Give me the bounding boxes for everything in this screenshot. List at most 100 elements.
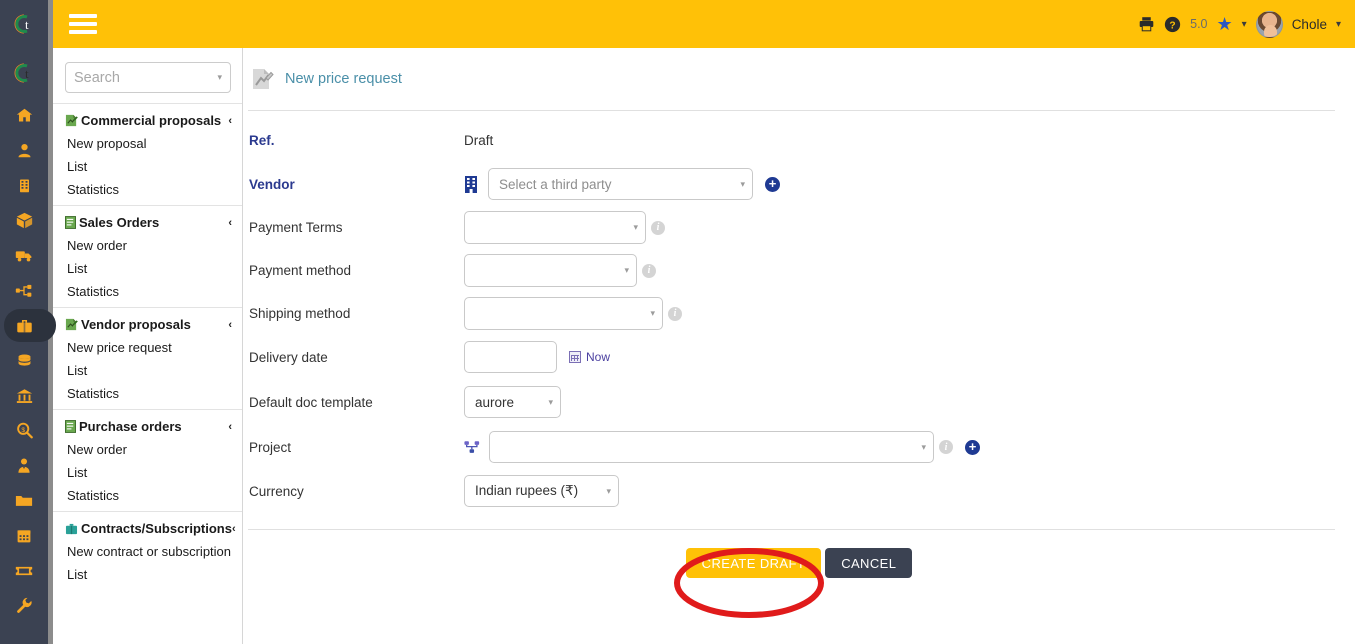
menu-group-title: Commercial proposals	[81, 113, 222, 128]
sidebar-item[interactable]: List	[53, 461, 242, 484]
menu-group-header[interactable]: Sales Orders ‹	[53, 211, 242, 234]
folder-icon[interactable]	[0, 483, 48, 518]
sidebar-item[interactable]: List	[53, 563, 242, 586]
delivery-date-field-wrap: Now	[464, 341, 610, 373]
sidebar-item[interactable]: Statistics	[53, 382, 242, 405]
wrench-icon[interactable]	[0, 588, 48, 623]
collapse-chevron-icon[interactable]: ‹	[232, 523, 236, 535]
application-window: t t $ ? 5.0 ★ ▾ Chole ▾ Search ▾ Commerc…	[0, 0, 1355, 644]
menu-group-title: Sales Orders	[79, 215, 160, 230]
user-icon[interactable]	[0, 133, 48, 168]
collapse-chevron-icon[interactable]: ‹	[228, 217, 232, 229]
cancel-button[interactable]: CANCEL	[825, 548, 913, 578]
bank-icon[interactable]	[0, 378, 48, 413]
delivery-date-input[interactable]	[464, 341, 557, 373]
now-label: Now	[586, 350, 611, 364]
project-field-wrap: ▾ i +	[464, 431, 980, 463]
user-chevron-down-icon[interactable]: ▾	[1336, 19, 1341, 30]
page-title: New price request	[285, 71, 402, 87]
logo-secondary[interactable]: t	[0, 48, 48, 98]
shipping-method-select[interactable]: ▾	[464, 297, 663, 330]
sidebar-item[interactable]: Statistics	[53, 280, 242, 303]
ref-label: Ref.	[249, 132, 275, 148]
chevron-down-icon: ▾	[921, 441, 926, 452]
project-label: Project	[249, 439, 292, 455]
info-icon[interactable]: i	[939, 440, 953, 454]
sidebar-item[interactable]: List	[53, 155, 242, 178]
payment-terms-select[interactable]: ▾	[464, 211, 646, 244]
menu-group-header[interactable]: Vendor proposals ‹	[53, 313, 242, 336]
svg-text:t: t	[25, 66, 29, 81]
sidebar-item[interactable]: New contract or subscription	[53, 540, 242, 563]
avatar[interactable]	[1255, 10, 1283, 38]
help-icon[interactable]: ?	[1164, 16, 1181, 33]
building-icon[interactable]	[0, 168, 48, 203]
order-icon	[65, 420, 76, 433]
create-draft-button[interactable]: CREATE DRAFT	[685, 548, 822, 578]
calendar-icon[interactable]	[0, 518, 48, 553]
vendor-select[interactable]: Select a third party ▾	[488, 168, 753, 200]
collapse-chevron-icon[interactable]: ‹	[228, 115, 232, 127]
form-row-doc-template: Default doc template aurore ▾	[249, 386, 1355, 418]
hr-user-icon[interactable]	[0, 448, 48, 483]
ticket-icon[interactable]	[0, 553, 48, 588]
menu-group-header[interactable]: Commercial proposals ‹	[53, 109, 242, 132]
sidebar-item[interactable]: New proposal	[53, 132, 242, 155]
set-now-link[interactable]: Now	[569, 350, 610, 364]
sidebar-item[interactable]: List	[53, 359, 242, 382]
menu-group: Purchase orders ‹ New order List Statistics	[53, 409, 242, 511]
printer-icon[interactable]	[1138, 16, 1155, 32]
collapse-chevron-icon[interactable]: ‹	[228, 421, 232, 433]
sidebar-item[interactable]: New order	[53, 438, 242, 461]
topbar-right-tools: ? 5.0 ★ ▾ Chole ▾	[1138, 10, 1341, 38]
project-select[interactable]: ▾	[489, 431, 934, 463]
chevron-down-icon: ▾	[624, 265, 629, 275]
chevron-down-icon: ▾	[633, 222, 638, 232]
logo-top[interactable]: t	[0, 0, 48, 48]
payment-method-select[interactable]: ▾	[464, 254, 637, 287]
menu-group-header[interactable]: Purchase orders ‹	[53, 415, 242, 438]
search-area: Search ▾	[53, 48, 242, 103]
sidebar-item[interactable]: New price request	[53, 336, 242, 359]
form-row-delivery-date: Delivery date Now	[249, 341, 1355, 373]
menu-group-header[interactable]: Contracts/Subscriptions ‹	[53, 517, 242, 540]
collapse-chevron-icon[interactable]: ‹	[228, 319, 232, 331]
chevron-down-icon[interactable]: ▾	[217, 72, 222, 83]
add-project-button[interactable]: +	[965, 439, 980, 455]
sidebar-item[interactable]: Statistics	[53, 178, 242, 201]
chevron-down-icon: ▾	[650, 308, 655, 318]
sidebar-item[interactable]: Statistics	[53, 484, 242, 507]
coins-icon[interactable]	[0, 343, 48, 378]
chevron-down-icon[interactable]: ▾	[1242, 19, 1247, 30]
info-icon[interactable]: i	[651, 220, 665, 235]
proposal-icon	[65, 114, 78, 127]
home-icon[interactable]	[0, 98, 48, 133]
star-icon[interactable]: ★	[1217, 14, 1233, 35]
product-box-icon[interactable]	[0, 203, 48, 238]
username-label[interactable]: Chole	[1292, 17, 1327, 32]
chevron-down-icon: ▾	[606, 485, 611, 496]
sidebar-item[interactable]: New order	[53, 234, 242, 257]
project-icon	[464, 440, 480, 455]
vendor-field-wrap: Select a third party ▾ +	[464, 168, 780, 200]
project-network-icon[interactable]	[0, 273, 48, 308]
payment-terms-label: Payment Terms	[249, 220, 343, 235]
svg-text:?: ?	[1170, 20, 1176, 31]
doc-template-select[interactable]: aurore ▾	[464, 386, 561, 418]
sidebar-item[interactable]: List	[53, 257, 242, 280]
svg-text:$: $	[21, 427, 25, 434]
hamburger-menu-icon[interactable]	[69, 10, 97, 38]
form-row-payment-method: Payment method ▾ i	[249, 254, 1355, 287]
search-input[interactable]: Search ▾	[65, 62, 231, 93]
ref-value-wrap: Draft	[464, 133, 493, 148]
briefcase-icon[interactable]	[0, 308, 56, 343]
truck-icon[interactable]	[0, 238, 48, 273]
info-icon[interactable]: i	[642, 263, 656, 278]
form-row-payment-terms: Payment Terms ▾ i	[249, 211, 1355, 244]
add-vendor-button[interactable]: +	[765, 176, 780, 192]
currency-select[interactable]: Indian rupees (₹) ▾	[464, 475, 619, 507]
accounting-search-icon[interactable]: $	[0, 413, 48, 448]
doc-template-value: aurore	[475, 394, 515, 410]
info-icon[interactable]: i	[668, 306, 682, 321]
delivery-date-label: Delivery date	[249, 349, 328, 365]
